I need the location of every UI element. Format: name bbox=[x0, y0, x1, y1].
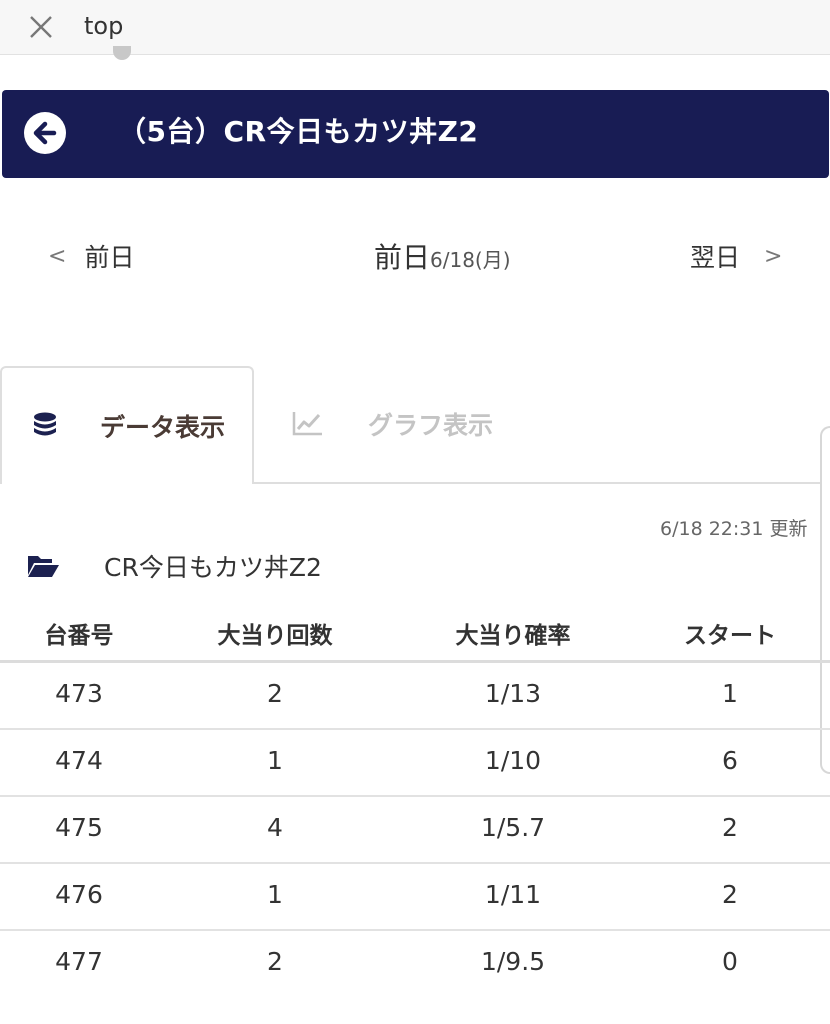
cell-jackpot-probability: 1/9.5 bbox=[480, 947, 546, 976]
table-row[interactable]: 473 2 1/13 1 bbox=[0, 663, 830, 730]
cell-machine-number: 473 bbox=[55, 679, 103, 708]
close-icon bbox=[30, 16, 52, 38]
cell-jackpot-count: 4 bbox=[267, 813, 283, 842]
view-tabs: データ表示 グラフ表示 bbox=[0, 366, 830, 484]
tab-data-label: データ表示 bbox=[100, 413, 226, 442]
cell-start: 2 bbox=[722, 880, 738, 909]
cell-jackpot-probability: 1/13 bbox=[484, 679, 542, 708]
header-machine-number: 台番号 bbox=[44, 623, 114, 649]
cell-jackpot-count: 2 bbox=[267, 679, 283, 708]
cell-machine-number: 475 bbox=[55, 813, 103, 842]
header-jackpot-count: 大当り回数 bbox=[217, 623, 333, 649]
cell-machine-number: 477 bbox=[55, 947, 103, 976]
data-table: 台番号 大当り回数 大当り確率 スタート 473 2 1/13 1 474 1 … bbox=[0, 602, 830, 996]
table-row[interactable]: 474 1 1/10 6 bbox=[0, 730, 830, 797]
cell-jackpot-probability: 1/11 bbox=[484, 880, 542, 909]
date-navigation: < 前日 前日 6/18(月) 翌日 > bbox=[0, 230, 830, 290]
header-start: スタート bbox=[684, 623, 776, 649]
arrow-left-icon bbox=[33, 121, 57, 145]
next-day-label: 翌日 bbox=[690, 243, 741, 272]
current-date-main: 前日 bbox=[374, 241, 431, 274]
page-header-banner: （5台）CR今日もカツ丼Z2 bbox=[2, 90, 829, 178]
table-row[interactable]: 475 4 1/5.7 2 bbox=[0, 797, 830, 864]
cell-start: 6 bbox=[722, 746, 738, 775]
cell-start: 1 bbox=[722, 679, 738, 708]
current-date-value: 6/18(月) bbox=[430, 248, 511, 272]
cell-jackpot-count: 1 bbox=[267, 746, 283, 775]
next-day-link[interactable]: 翌日 > bbox=[690, 238, 782, 274]
updated-timestamp: 6/18 22:31 更新 bbox=[660, 518, 808, 540]
cell-jackpot-count: 2 bbox=[267, 947, 283, 976]
table-header: 台番号 大当り回数 大当り確率 スタート bbox=[0, 602, 830, 663]
cell-jackpot-probability: 1/5.7 bbox=[480, 813, 546, 842]
chevron-left-icon: < bbox=[48, 243, 67, 269]
page-title: （5台）CR今日もカツ丼Z2 bbox=[118, 115, 479, 148]
cell-jackpot-count: 1 bbox=[267, 880, 283, 909]
table-row[interactable]: 477 2 1/9.5 0 bbox=[0, 931, 830, 996]
cell-jackpot-probability: 1/10 bbox=[484, 746, 542, 775]
current-date: 前日 6/18(月) bbox=[374, 236, 511, 276]
tab-data-view[interactable]: データ表示 bbox=[0, 366, 254, 484]
table-row[interactable]: 476 1 1/11 2 bbox=[0, 864, 830, 931]
back-button[interactable] bbox=[24, 112, 66, 154]
machine-header: CR今日もカツ丼Z2 bbox=[26, 548, 322, 584]
folder-open-icon bbox=[28, 556, 59, 577]
close-button[interactable] bbox=[24, 10, 58, 44]
line-chart-icon bbox=[292, 412, 322, 436]
tab-graph-view[interactable]: グラフ表示 bbox=[278, 366, 538, 482]
tab-graph-label: グラフ表示 bbox=[368, 411, 494, 440]
database-icon bbox=[34, 412, 56, 436]
prev-day-link[interactable]: < 前日 bbox=[48, 238, 134, 274]
prev-day-label: 前日 bbox=[84, 243, 135, 272]
cell-start: 2 bbox=[722, 813, 738, 842]
pull-indicator bbox=[113, 46, 131, 60]
cell-machine-number: 474 bbox=[55, 746, 103, 775]
machine-name: CR今日もカツ丼Z2 bbox=[104, 553, 322, 582]
topbar-title: top bbox=[84, 12, 124, 40]
cell-start: 0 bbox=[722, 947, 738, 976]
cell-machine-number: 476 bbox=[55, 880, 103, 909]
header-jackpot-probability: 大当り確率 bbox=[455, 623, 571, 649]
chevron-right-icon: > bbox=[764, 243, 783, 269]
